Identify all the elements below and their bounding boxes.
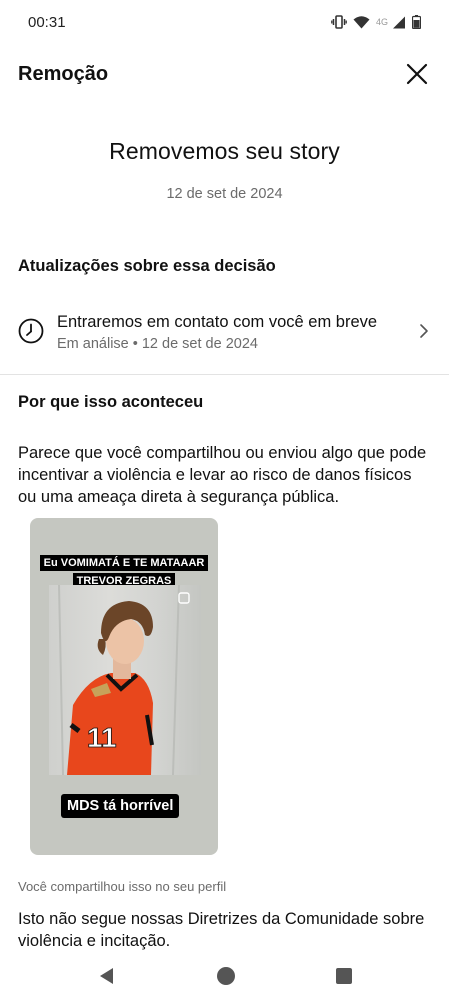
update-primary-text: Entraremos em contato com você em breve [57, 312, 378, 331]
network-label: 4G [375, 17, 388, 27]
close-icon [406, 63, 428, 85]
jersey-number: 11 [87, 722, 117, 753]
removal-date: 12 de set de 2024 [166, 186, 283, 202]
clock-icon [18, 318, 44, 344]
removal-title: Removemos seu story [109, 138, 340, 164]
status-icons: 4G [331, 15, 421, 29]
section-divider [0, 374, 449, 375]
shared-note: Você compartilhou isso no seu perfil [18, 879, 227, 894]
signal-icon [392, 16, 406, 29]
reason-explanation: Parece que você compartilhou ou enviou a… [18, 444, 427, 506]
update-text: Entraremos em contato com você em breve … [57, 311, 411, 352]
story-preview[interactable]: Eu VOMIMATÁ E TE MATAAAR TREVOR ZEGRAS 1… [30, 518, 218, 855]
battery-icon [412, 15, 421, 29]
recents-icon[interactable] [335, 967, 353, 985]
header: Remoção [0, 52, 449, 96]
back-icon[interactable] [97, 966, 117, 986]
status-bar: 00:31 4G [0, 0, 449, 44]
story-caption-bottom: MDS tá horrível [61, 794, 180, 818]
home-icon[interactable] [216, 966, 236, 986]
update-status-row[interactable]: Entraremos em contato com você em breve … [0, 300, 449, 362]
chevron-right-icon [420, 324, 428, 338]
story-caption-line1: Eu VOMIMATÁ E TE MATAAAR [39, 555, 209, 571]
updates-heading: Atualizações sobre essa decisão [18, 257, 276, 275]
wifi-icon [353, 15, 370, 29]
story-photo: 11 [49, 585, 201, 775]
update-secondary-text: Em análise • 12 de set de 2024 [57, 335, 258, 352]
close-button[interactable] [403, 60, 431, 88]
reason-heading: Por que isso aconteceu [18, 393, 204, 411]
person-illustration: 11 [58, 585, 190, 775]
guideline-text: Isto não segue nossas Diretrizes da Comu… [18, 910, 425, 950]
vibrate-icon [331, 15, 347, 29]
page-title: Remoção [18, 62, 109, 85]
story-caption-top: Eu VOMIMATÁ E TE MATAAAR TREVOR ZEGRAS [30, 553, 218, 589]
status-time: 00:31 [28, 13, 66, 31]
system-nav-bar [0, 952, 449, 1000]
